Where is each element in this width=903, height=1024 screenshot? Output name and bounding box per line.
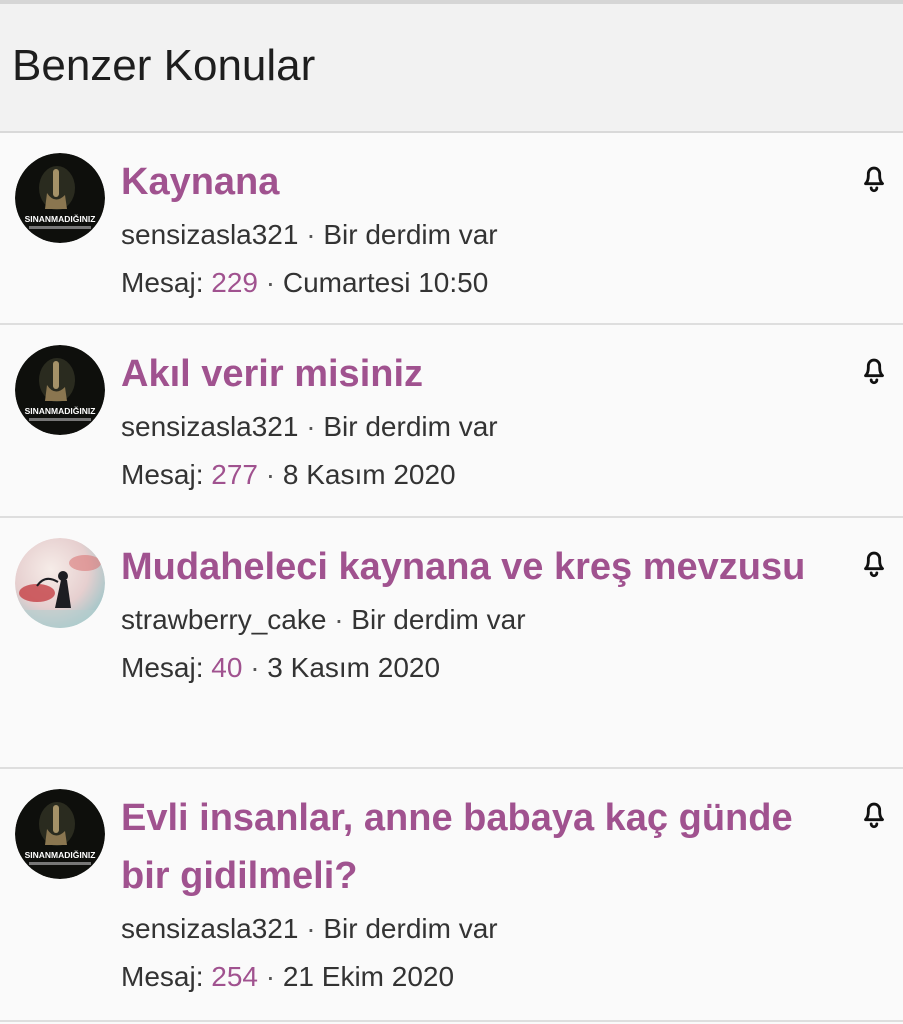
thread-date: 3 Kasım 2020 — [267, 652, 441, 683]
messages-label: Mesaj: — [121, 267, 204, 298]
thread-item[interactable]: SINANMADIĞINIZ Akıl verir misiniz sensiz… — [0, 325, 903, 518]
forum-link[interactable]: Bir derdim var — [323, 913, 497, 944]
thread-stats: Mesaj: 40 · 3 Kasım 2020 — [121, 652, 441, 683]
message-count: 254 — [211, 961, 258, 992]
thread-item[interactable]: SINANMADIĞINIZ Kaynana sensizasla321 · B… — [0, 133, 903, 325]
thread-stats: Mesaj: 254 · 21 Ekim 2020 — [121, 961, 455, 992]
avatar[interactable]: SINANMADIĞINIZ — [15, 789, 105, 879]
thread-title[interactable]: Evli insanlar, anne babaya kaç günde bir… — [121, 789, 903, 905]
thread-title[interactable]: Akıl verir misiniz — [121, 345, 903, 403]
author-link[interactable]: strawberry_cake — [121, 604, 326, 635]
thread-title[interactable]: Kaynana — [121, 153, 903, 211]
avatar[interactable] — [15, 538, 105, 628]
thread-meta: sensizasla321 · Bir derdim var — [121, 219, 498, 250]
avatar[interactable]: SINANMADIĞINIZ — [15, 153, 105, 243]
thread-meta: sensizasla321 · Bir derdim var — [121, 411, 498, 442]
author-link[interactable]: sensizasla321 — [121, 219, 298, 250]
section-header: Benzer Konular — [0, 4, 903, 133]
thread-meta: sensizasla321 · Bir derdim var — [121, 913, 498, 944]
section-title: Benzer Konular — [12, 40, 316, 90]
author-link[interactable]: sensizasla321 — [121, 913, 298, 944]
bell-icon[interactable] — [857, 353, 891, 387]
bell-icon[interactable] — [857, 797, 891, 831]
author-link[interactable]: sensizasla321 — [121, 411, 298, 442]
messages-label: Mesaj: — [121, 961, 204, 992]
forum-link[interactable]: Bir derdim var — [323, 411, 497, 442]
svg-text:SINANMADIĞINIZ: SINANMADIĞINIZ — [25, 849, 96, 860]
messages-label: Mesaj: — [121, 459, 204, 490]
bell-icon[interactable] — [857, 161, 891, 195]
thread-stats: Mesaj: 277 · 8 Kasım 2020 — [121, 459, 456, 490]
bell-icon[interactable] — [857, 546, 891, 580]
thread-title[interactable]: Mudaheleci kaynana ve kreş mevzusu — [121, 538, 903, 596]
forum-link[interactable]: Bir derdim var — [351, 604, 525, 635]
thread-stats: Mesaj: 229 · Cumartesi 10:50 — [121, 267, 489, 298]
thread-date: 21 Ekim 2020 — [282, 961, 455, 992]
thread-item[interactable]: SINANMADIĞINIZ Evli insanlar, anne babay… — [0, 769, 903, 1022]
svg-text:SINANMADIĞINIZ: SINANMADIĞINIZ — [25, 405, 96, 416]
message-count: 229 — [211, 267, 258, 298]
thread-meta: strawberry_cake · Bir derdim var — [121, 604, 526, 635]
forum-link[interactable]: Bir derdim var — [323, 219, 497, 250]
avatar[interactable]: SINANMADIĞINIZ — [15, 345, 105, 435]
thread-date: 8 Kasım 2020 — [282, 459, 456, 490]
svg-text:SINANMADIĞINIZ: SINANMADIĞINIZ — [25, 213, 96, 224]
message-count: 277 — [211, 459, 258, 490]
messages-label: Mesaj: — [121, 652, 204, 683]
message-count: 40 — [211, 652, 243, 683]
thread-date: Cumartesi 10:50 — [282, 267, 489, 298]
thread-item[interactable]: Mudaheleci kaynana ve kreş mevzusu straw… — [0, 518, 903, 769]
